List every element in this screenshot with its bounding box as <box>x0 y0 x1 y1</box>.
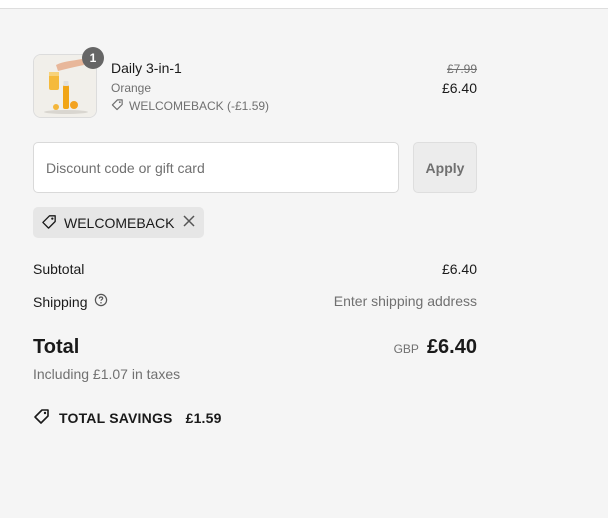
close-icon <box>182 214 196 231</box>
help-circle-icon[interactable] <box>94 293 108 310</box>
product-variant: Orange <box>111 81 152 95</box>
applied-code-label: WELCOMEBACK <box>64 214 175 231</box>
discount-code-input[interactable] <box>33 142 399 193</box>
product-name: Daily 3-in-1 <box>111 60 182 76</box>
product-discount-label: WELCOMEBACK (-£1.59) <box>129 99 270 113</box>
tag-icon <box>111 98 124 114</box>
taxes-note: Including £1.07 in taxes <box>33 366 181 382</box>
top-bar <box>0 0 608 9</box>
total-value: £6.40 <box>426 336 477 358</box>
subtotal-value: £6.40 <box>441 261 477 277</box>
applied-discount-tag: WELCOMEBACK <box>33 207 205 238</box>
remove-discount-button[interactable] <box>182 214 196 231</box>
shipping-label-group: Shipping <box>33 293 108 310</box>
product-discount: WELCOMEBACK (-£1.59) <box>111 98 269 114</box>
shipping-label: Shipping <box>33 293 88 310</box>
shipping-value: Enter shipping address <box>333 293 477 309</box>
savings-label: TOTAL SAVINGS <box>59 409 173 426</box>
quantity-badge: 1 <box>82 47 104 69</box>
line-item: 1 Daily 3-in-1 Orange WELCOMEBACK (-£1.5… <box>33 47 477 118</box>
line-price: £6.40 <box>441 80 477 96</box>
savings-value: £1.59 <box>185 409 222 426</box>
total-value-group: GBP £6.40 <box>394 336 477 359</box>
total-label: Total <box>33 336 80 358</box>
apply-button[interactable]: Apply <box>413 142 477 193</box>
subtotal-label: Subtotal <box>33 261 85 277</box>
savings-tag-icon <box>33 407 51 428</box>
tag-icon <box>41 213 58 233</box>
total-savings: TOTAL SAVINGS £1.59 <box>33 407 222 428</box>
original-price: £7.99 <box>446 62 477 76</box>
currency-code: GBP <box>393 342 419 356</box>
